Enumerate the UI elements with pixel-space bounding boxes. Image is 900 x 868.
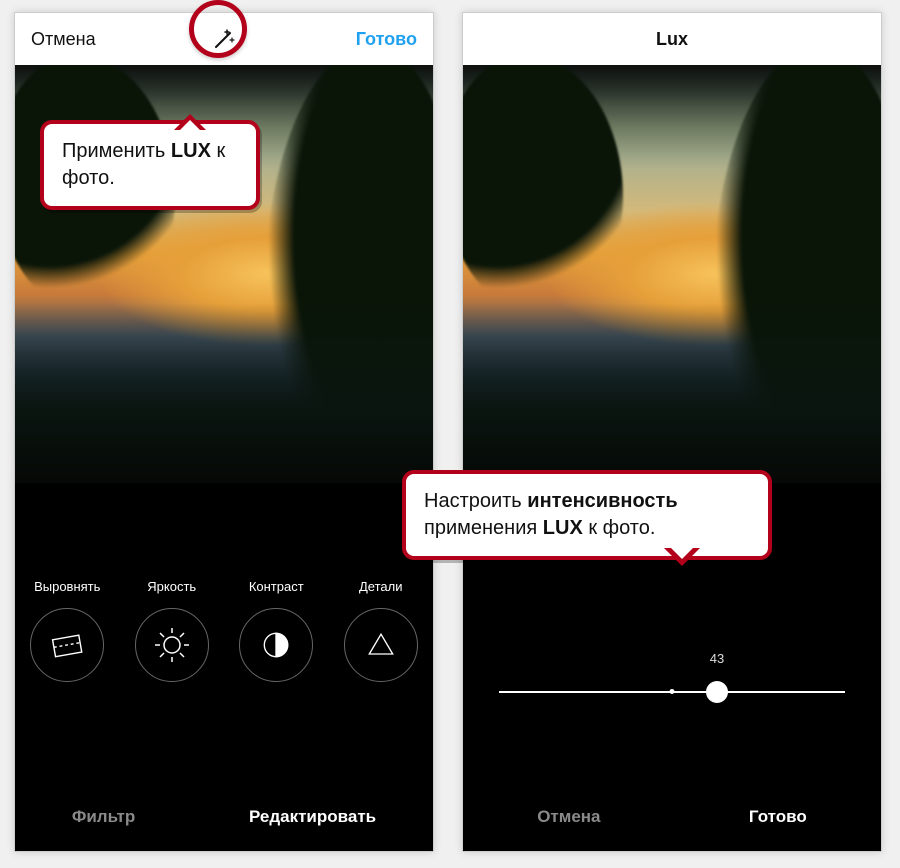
phone-screen-lux: Lux 43 Отмена Готово: [462, 12, 882, 852]
tool-brightness[interactable]: Яркость: [125, 579, 219, 682]
done-button[interactable]: Готово: [749, 807, 807, 827]
editor-panel: Выровнять Яркость: [15, 483, 433, 852]
tool-label: Яркость: [147, 579, 196, 594]
annotation-callout-lux: Применить LUX к фото.: [40, 120, 260, 210]
tool-circle: [135, 608, 209, 682]
structure-icon: [363, 627, 399, 663]
tool-adjust[interactable]: Выровнять: [20, 579, 114, 682]
slider-origin-dot: [670, 689, 675, 694]
tool-row: Выровнять Яркость: [15, 483, 433, 682]
lux-slider[interactable]: 43: [499, 671, 845, 711]
page-title: Lux: [463, 29, 881, 50]
callout-bold: LUX: [543, 517, 583, 539]
contrast-icon: [258, 627, 294, 663]
callout-text: Настроить: [424, 490, 527, 512]
done-button[interactable]: Готово: [356, 29, 417, 50]
adjust-icon: [48, 626, 86, 664]
tool-circle: [239, 608, 313, 682]
tab-filter[interactable]: Фильтр: [72, 807, 135, 827]
topbar: Lux: [463, 13, 881, 65]
tool-contrast[interactable]: Контраст: [229, 579, 323, 682]
callout-bold: LUX: [171, 140, 211, 162]
tool-label: Контраст: [249, 579, 304, 594]
cancel-button[interactable]: Отмена: [31, 29, 96, 50]
callout-text: Применить: [62, 140, 171, 162]
annotation-callout-intensity: Настроить интенсивность применения LUX к…: [402, 470, 772, 560]
slider-value: 43: [710, 651, 724, 666]
tab-edit[interactable]: Редактировать: [249, 807, 376, 827]
callout-text: применения: [424, 517, 543, 539]
photo-preview: [463, 65, 881, 483]
tool-structure[interactable]: Детали: [334, 579, 428, 682]
bottom-tabs: Фильтр Редактировать: [15, 781, 433, 852]
bottom-tabs: Отмена Готово: [463, 781, 881, 852]
tool-label: Детали: [359, 579, 403, 594]
slider-thumb[interactable]: [706, 681, 728, 703]
callout-bold: интенсивность: [527, 490, 677, 512]
cancel-button[interactable]: Отмена: [537, 807, 600, 827]
tool-circle: [344, 608, 418, 682]
tool-circle: [30, 608, 104, 682]
tool-label: Выровнять: [34, 579, 100, 594]
callout-text: к фото.: [583, 517, 656, 539]
annotation-ring: [189, 0, 247, 58]
brightness-icon: [152, 625, 192, 665]
